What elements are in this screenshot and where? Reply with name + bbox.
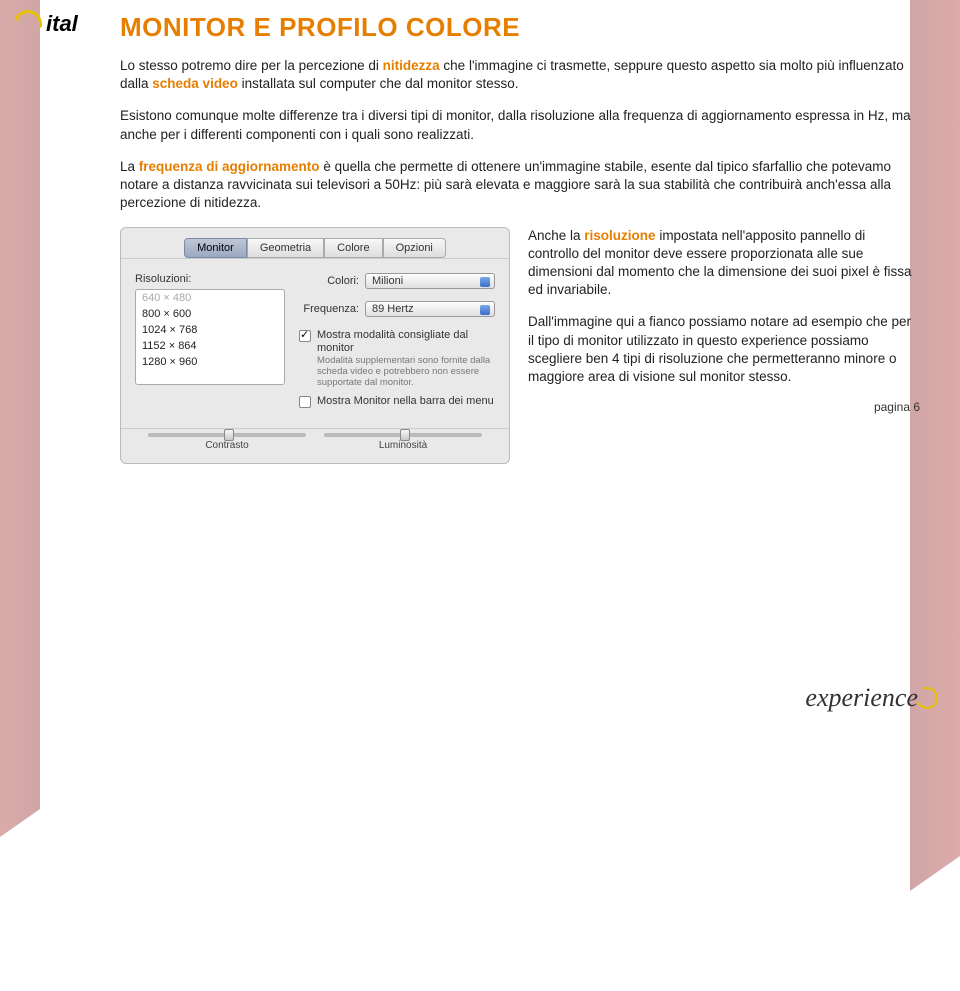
settings-column: Colori: Milioni Frequenza: 89 Hertz Most…: [299, 273, 495, 414]
tab-colore[interactable]: Colore: [324, 238, 382, 258]
monitor-settings-panel: Monitor Geometria Colore Opzioni Risoluz…: [120, 227, 510, 464]
checkbox-icon[interactable]: [299, 396, 311, 408]
colors-field: Colori: Milioni: [299, 273, 495, 289]
frequency-label: Frequenza:: [299, 303, 359, 315]
panel-body: Risoluzioni: 640 × 480 800 × 600 1024 × …: [121, 259, 509, 422]
logo-swoosh-icon: [9, 5, 47, 43]
sliders-row: Contrasto Luminosità: [121, 428, 509, 451]
right-text-column: Anche la risoluzione impostata nell'appo…: [528, 227, 920, 415]
brightness-label: Luminosità: [379, 440, 427, 451]
tab-geometria[interactable]: Geometria: [247, 238, 324, 258]
paragraph-3: La frequenza di aggiornamento è quella c…: [120, 158, 920, 213]
page-number: pagina 6: [528, 400, 920, 414]
tab-opzioni[interactable]: Opzioni: [383, 238, 446, 258]
logo-text: ital: [46, 11, 78, 37]
resolutions-list[interactable]: 640 × 480 800 × 600 1024 × 768 1152 × 86…: [135, 289, 285, 385]
paragraph-example: Dall'immagine qui a fianco possiamo nota…: [528, 313, 920, 386]
frequency-field: Frequenza: 89 Hertz: [299, 301, 495, 317]
resolution-option[interactable]: 640 × 480: [136, 290, 284, 306]
checkbox-menubar: Mostra Monitor nella barra dei menu: [299, 395, 495, 408]
lower-row: Monitor Geometria Colore Opzioni Risoluz…: [120, 227, 920, 464]
paragraph-1: Lo stesso potremo dire per la percezione…: [120, 57, 920, 93]
tab-monitor[interactable]: Monitor: [184, 238, 247, 258]
resolutions-label: Risoluzioni:: [135, 273, 285, 285]
resolution-option[interactable]: 1024 × 768: [136, 322, 284, 338]
checkbox-hint: Modalità supplementari sono fornite dall…: [317, 356, 495, 389]
brand-logo: ital: [14, 10, 78, 38]
resolution-option[interactable]: 800 × 600: [136, 306, 284, 322]
frequency-select[interactable]: 89 Hertz: [365, 301, 495, 317]
page-title: MONITOR E PROFILO COLORE: [120, 12, 920, 43]
brightness-slider-group: Luminosità: [324, 433, 482, 451]
contrast-label: Contrasto: [205, 440, 248, 451]
keyword-scheda-video: scheda video: [152, 76, 238, 91]
keyword-frequenza: frequenza di aggiornamento: [139, 159, 320, 174]
resolutions-column: Risoluzioni: 640 × 480 800 × 600 1024 × …: [135, 273, 285, 414]
brightness-slider[interactable]: [324, 433, 482, 437]
slider-thumb-icon[interactable]: [224, 429, 234, 441]
slider-thumb-icon[interactable]: [400, 429, 410, 441]
keyword-nitidezza: nitidezza: [383, 58, 440, 73]
checkbox-recommended-modes: Mostra modalità consigliate dal monitor …: [299, 329, 495, 389]
panel-tabs: Monitor Geometria Colore Opzioni: [121, 228, 509, 259]
contrast-slider[interactable]: [148, 433, 306, 437]
resolution-option[interactable]: 1280 × 960: [136, 354, 284, 370]
keyword-risoluzione: risoluzione: [584, 228, 655, 243]
checkbox-label: Mostra Monitor nella barra dei menu: [317, 395, 494, 408]
colors-select[interactable]: Milioni: [365, 273, 495, 289]
paragraph-risoluzione: Anche la risoluzione impostata nell'appo…: [528, 227, 920, 300]
experience-logo-text: experience: [805, 683, 918, 713]
checkbox-label: Mostra modalità consigliate dal monitor: [317, 329, 495, 355]
contrast-slider-group: Contrasto: [148, 433, 306, 451]
checkbox-icon[interactable]: [299, 330, 311, 342]
experience-logo: experience: [805, 683, 938, 713]
paragraph-2: Esistono comunque molte differenze tra i…: [120, 107, 920, 143]
resolution-option[interactable]: 1152 × 864: [136, 338, 284, 354]
page-content: MONITOR E PROFILO COLORE Lo stesso potre…: [0, 0, 960, 464]
colors-label: Colori:: [299, 275, 359, 287]
